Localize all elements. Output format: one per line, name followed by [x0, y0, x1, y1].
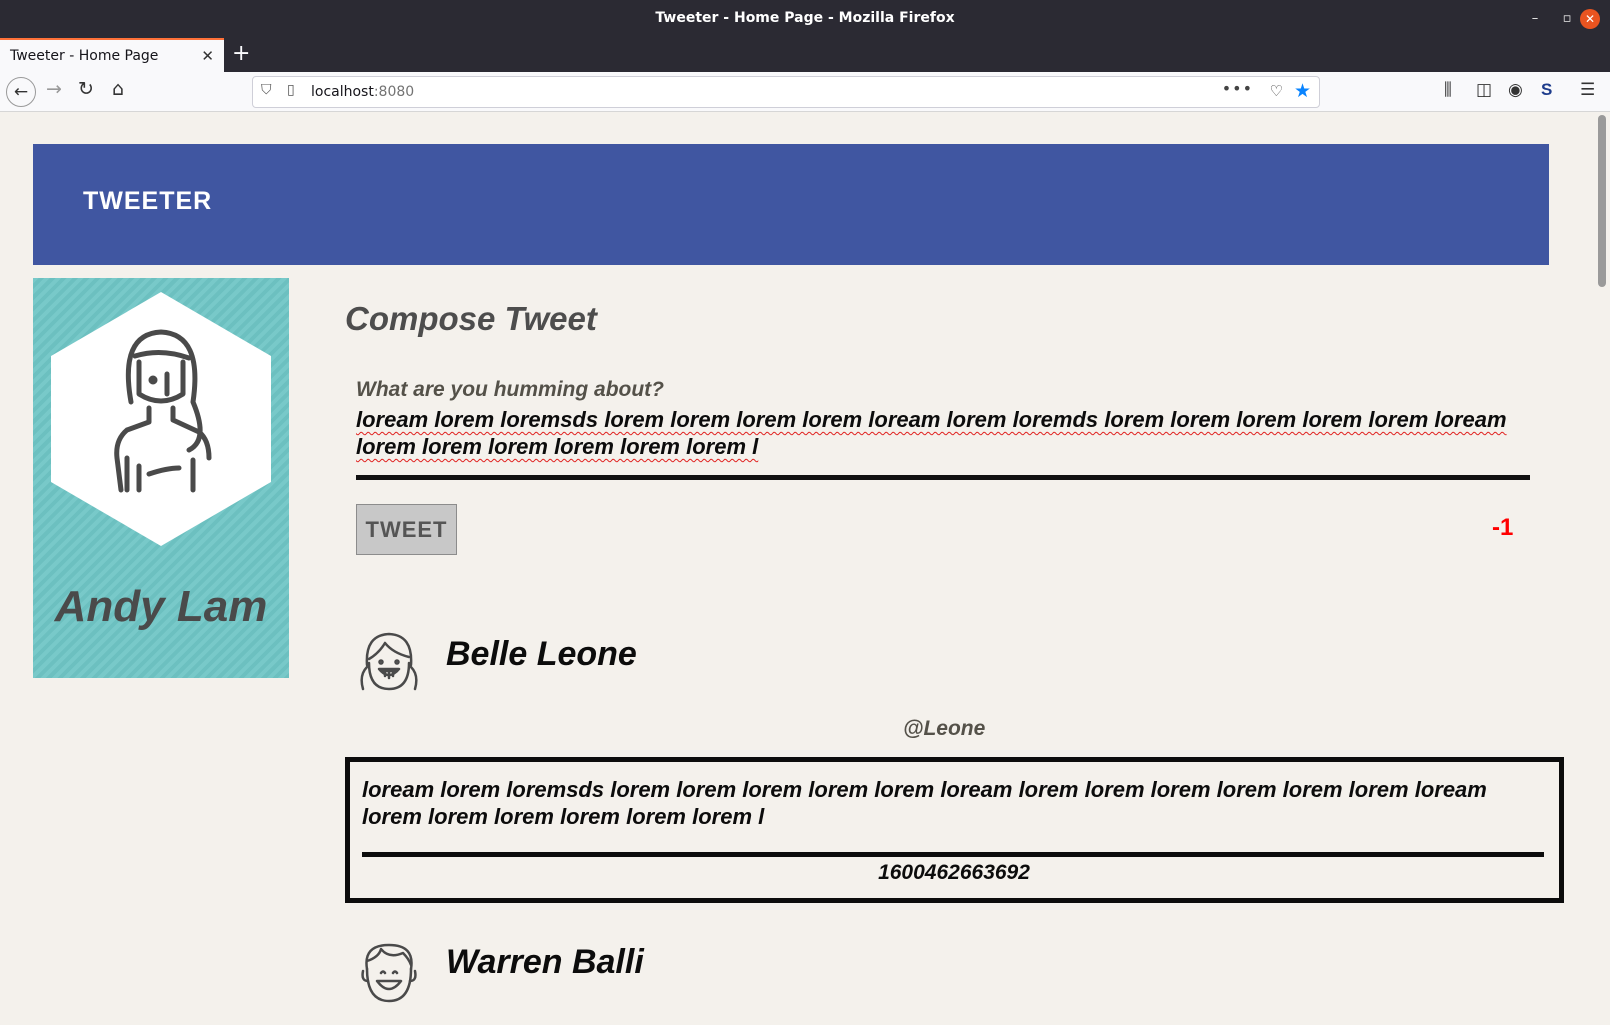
menu-icon[interactable]: ☰	[1580, 80, 1595, 100]
girl-avatar-icon	[360, 632, 418, 691]
page-actions-icon[interactable]: •••	[1222, 79, 1253, 98]
address-bar[interactable]: ⛉ ▯ localhost:8080 ••• ♡ ★	[252, 76, 1320, 108]
character-counter: -1	[1492, 514, 1514, 541]
user-avatar-icon	[51, 292, 271, 546]
new-tab-button[interactable]: +	[232, 41, 250, 66]
tweet-author-name: Belle Leone	[446, 635, 637, 673]
restore-button[interactable]: ▫	[1557, 9, 1577, 29]
back-button[interactable]: ←	[6, 77, 36, 107]
library-icon[interactable]: ⫼	[1444, 80, 1452, 100]
tweet-divider	[362, 852, 1544, 857]
boy-avatar-icon	[361, 943, 417, 1003]
page-info-icon[interactable]: ▯	[287, 82, 295, 98]
profile-name: Andy Lam	[54, 582, 268, 631]
tab-strip: Tweeter - Home Page ✕ +	[0, 38, 1610, 72]
account-icon[interactable]: ◉	[1508, 80, 1523, 100]
compose-prompt-label: What are you humming about?	[356, 378, 664, 401]
tab-tweeter-home[interactable]: Tweeter - Home Page ✕	[0, 38, 224, 72]
compose-title: Compose Tweet	[345, 300, 597, 337]
window-titlebar: Tweeter - Home Page - Mozilla Firefox – …	[0, 0, 1610, 38]
profile-card: Andy Lam	[33, 278, 289, 678]
scrollbar-thumb[interactable]	[1598, 115, 1606, 287]
shield-icon[interactable]: ⛉	[261, 82, 272, 98]
brand-logo-text[interactable]: TWEETER	[83, 187, 212, 216]
pocket-icon[interactable]: ♡	[1270, 82, 1283, 100]
tweet-button[interactable]: TWEET	[356, 504, 457, 555]
tweet-author-name: Warren Balli	[446, 943, 644, 981]
minimize-button[interactable]: –	[1525, 9, 1545, 29]
site-header: TWEETER	[33, 144, 1549, 265]
tweet-card: loream lorem loremsds lorem lorem lorem …	[345, 757, 1564, 903]
tab-title: Tweeter - Home Page	[10, 48, 159, 64]
url-port: :8080	[373, 84, 415, 100]
navigation-toolbar: ← → ↻ ⌂ ⛉ ▯ localhost:8080 ••• ♡ ★ ⫼ ◫ ◉…	[0, 72, 1610, 112]
page-viewport: TWEETER Andy Lam Compose Tweet What are …	[0, 113, 1610, 1025]
forward-button[interactable]: →	[40, 78, 68, 106]
window-title: Tweeter - Home Page - Mozilla Firefox	[655, 10, 955, 26]
reload-button[interactable]: ↻	[72, 78, 100, 106]
tweet-textarea[interactable]: loream lorem loremsds lorem lorem lorem …	[356, 406, 1531, 460]
tweet-timestamp: 1600462663692	[878, 861, 1030, 884]
extension-s-icon[interactable]: S	[1541, 80, 1552, 100]
bookmark-star-icon[interactable]: ★	[1294, 80, 1311, 102]
close-window-button[interactable]: ✕	[1580, 9, 1600, 29]
close-tab-icon[interactable]: ✕	[201, 47, 214, 65]
url-text[interactable]: localhost:8080	[311, 84, 414, 100]
tweet-author-handle: @Leone	[903, 717, 986, 740]
sidebar-icon[interactable]: ◫	[1476, 80, 1492, 100]
url-host: localhost	[311, 84, 374, 100]
compose-underline	[356, 475, 1530, 480]
tweet-body: loream lorem loremsds lorem lorem lorem …	[362, 777, 1487, 829]
home-button[interactable]: ⌂	[104, 78, 132, 106]
